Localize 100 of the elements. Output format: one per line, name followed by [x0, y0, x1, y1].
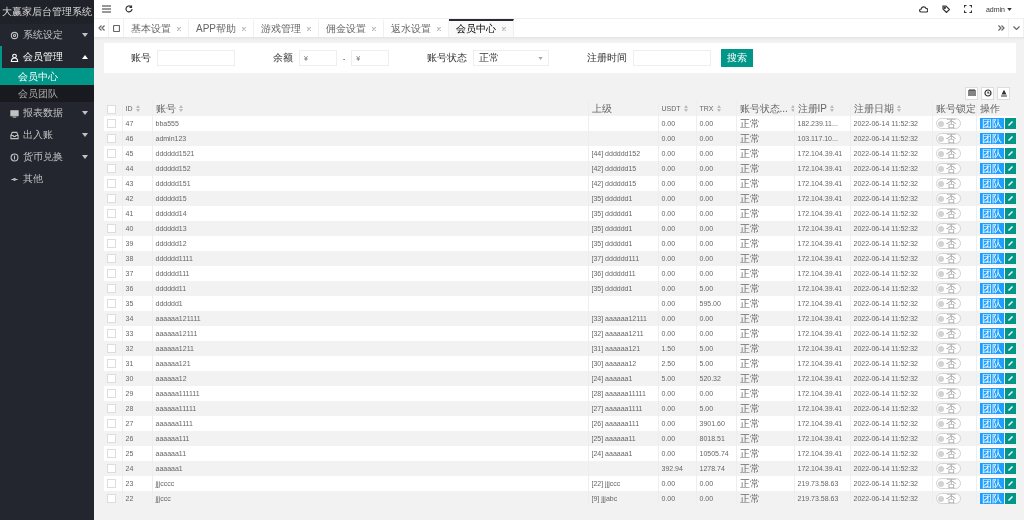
toggle-switch[interactable]: 否: [935, 223, 961, 234]
toggle-switch[interactable]: 否: [935, 373, 961, 384]
edit-button[interactable]: [1004, 223, 1015, 234]
row-checkbox[interactable]: [107, 359, 116, 368]
column-header[interactable]: 账号: [155, 101, 183, 116]
edit-button[interactable]: [1004, 178, 1015, 189]
team-button[interactable]: 团队: [979, 283, 1004, 294]
team-button[interactable]: 团队: [979, 193, 1004, 204]
team-button[interactable]: 团队: [979, 478, 1004, 489]
team-button[interactable]: 团队: [979, 358, 1004, 369]
sidebar-subitem[interactable]: 会员中心: [0, 68, 94, 85]
toggle-switch[interactable]: 否: [935, 268, 961, 279]
edit-button[interactable]: [1004, 328, 1015, 339]
edit-button[interactable]: [1004, 283, 1015, 294]
row-checkbox[interactable]: [107, 344, 116, 353]
edit-button[interactable]: [1004, 388, 1015, 399]
row-checkbox[interactable]: [107, 164, 116, 173]
toggle-switch[interactable]: 否: [935, 193, 961, 204]
toggle-switch[interactable]: 否: [935, 178, 961, 189]
toggle-switch[interactable]: 否: [935, 163, 961, 174]
toggle-switch[interactable]: 否: [935, 328, 961, 339]
edit-button[interactable]: [1004, 358, 1015, 369]
toggle-switch[interactable]: 否: [935, 463, 961, 474]
team-button[interactable]: 团队: [979, 328, 1004, 339]
toggle-switch[interactable]: 否: [935, 388, 961, 399]
row-checkbox[interactable]: [107, 329, 116, 338]
edit-button[interactable]: [1004, 313, 1015, 324]
history-button[interactable]: [981, 86, 994, 100]
team-button[interactable]: 团队: [979, 238, 1004, 249]
row-checkbox[interactable]: [107, 299, 116, 308]
team-button[interactable]: 团队: [979, 313, 1004, 324]
team-button[interactable]: 团队: [979, 148, 1004, 159]
sidebar-subitem[interactable]: 会员团队: [0, 85, 94, 102]
toggle-switch[interactable]: 否: [935, 118, 961, 129]
sidebar-item[interactable]: 报表数据: [0, 102, 94, 124]
row-checkbox[interactable]: [107, 479, 116, 488]
sidebar-item[interactable]: 出入账: [0, 124, 94, 146]
tab[interactable]: 会员中心: [449, 19, 514, 37]
sidebar-item[interactable]: 货币兑换: [0, 146, 94, 168]
edit-button[interactable]: [1004, 268, 1015, 279]
toggle-switch[interactable]: 否: [935, 418, 961, 429]
team-button[interactable]: 团队: [979, 448, 1004, 459]
toggle-switch[interactable]: 否: [935, 493, 961, 504]
toggle-switch[interactable]: 否: [935, 283, 961, 294]
edit-button[interactable]: [1004, 208, 1015, 219]
team-button[interactable]: 团队: [979, 118, 1004, 129]
edit-button[interactable]: [1004, 418, 1015, 429]
row-checkbox[interactable]: [107, 254, 116, 263]
toggle-switch[interactable]: 否: [935, 358, 961, 369]
fullscreen-icon[interactable]: [963, 5, 972, 13]
row-checkbox[interactable]: [107, 284, 116, 293]
row-checkbox[interactable]: [107, 464, 116, 473]
row-checkbox[interactable]: [107, 179, 116, 188]
toggle-switch[interactable]: 否: [935, 403, 961, 414]
close-icon[interactable]: [372, 27, 376, 31]
row-checkbox[interactable]: [107, 149, 116, 158]
close-icon[interactable]: [307, 27, 311, 31]
team-button[interactable]: 团队: [979, 373, 1004, 384]
tag-icon[interactable]: [941, 5, 950, 13]
toggle-switch[interactable]: 否: [935, 208, 961, 219]
team-button[interactable]: 团队: [979, 133, 1004, 144]
edit-button[interactable]: [1004, 238, 1015, 249]
edit-button[interactable]: [1004, 493, 1015, 504]
sidebar-item[interactable]: 其他: [0, 168, 94, 190]
row-checkbox[interactable]: [107, 269, 116, 278]
cloud-icon[interactable]: [918, 5, 928, 13]
edit-button[interactable]: [1004, 373, 1015, 384]
row-checkbox[interactable]: [107, 404, 116, 413]
edit-button[interactable]: [1004, 433, 1015, 444]
edit-button[interactable]: [1004, 253, 1015, 264]
row-checkbox[interactable]: [107, 209, 116, 218]
row-checkbox[interactable]: [107, 134, 116, 143]
menu-icon[interactable]: [102, 5, 111, 13]
row-checkbox[interactable]: [107, 119, 116, 128]
toggle-switch[interactable]: 否: [935, 298, 961, 309]
tab[interactable]: APP帮助: [189, 19, 254, 37]
edit-button[interactable]: [1004, 463, 1015, 474]
select-all-checkbox[interactable]: [107, 104, 116, 114]
close-icon[interactable]: [177, 27, 181, 31]
tab[interactable]: 游戏管理: [254, 19, 319, 37]
edit-button[interactable]: [1004, 343, 1015, 354]
team-button[interactable]: 团队: [979, 433, 1004, 444]
edit-button[interactable]: [1004, 448, 1015, 459]
edit-button[interactable]: [1004, 478, 1015, 489]
toggle-switch[interactable]: 否: [935, 133, 961, 144]
team-button[interactable]: 团队: [979, 418, 1004, 429]
row-checkbox[interactable]: [107, 449, 116, 458]
edit-button[interactable]: [1004, 163, 1015, 174]
team-button[interactable]: 团队: [979, 463, 1004, 474]
row-checkbox[interactable]: [107, 419, 116, 428]
toggle-switch[interactable]: 否: [935, 313, 961, 324]
toggle-switch[interactable]: 否: [935, 148, 961, 159]
row-checkbox[interactable]: [107, 239, 116, 248]
search-button[interactable]: 搜索: [721, 49, 754, 67]
select-field[interactable]: 正常: [473, 50, 550, 66]
row-checkbox[interactable]: [107, 224, 116, 233]
close-icon[interactable]: [502, 27, 506, 31]
export-button[interactable]: [997, 86, 1010, 100]
edit-button[interactable]: [1004, 193, 1015, 204]
team-button[interactable]: 团队: [979, 493, 1004, 504]
